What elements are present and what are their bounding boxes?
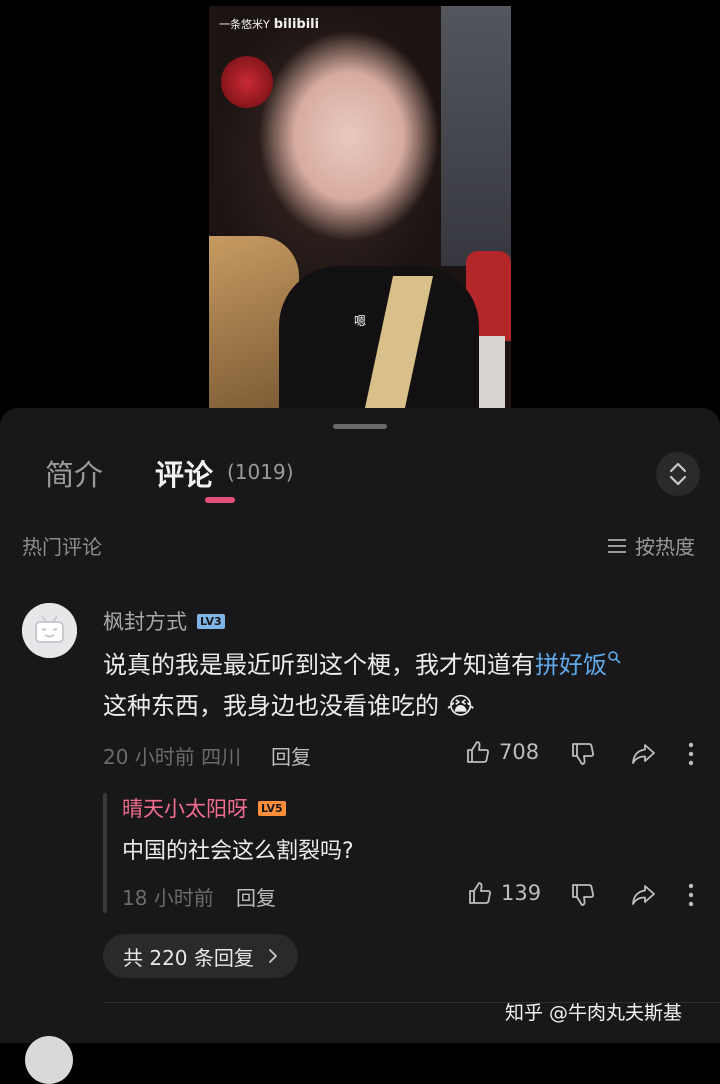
sort-button[interactable]: 按热度 [607, 531, 695, 560]
comment-content: 说真的我是最近听到这个梗，我才知道有拼好饭 这种东西，我身边也没看谁吃的 😭 [103, 645, 703, 727]
username-text[interactable]: 枫封方式 [103, 606, 187, 636]
more-vertical-icon[interactable] [686, 882, 696, 908]
comment-username[interactable]: 枫封方式 LV3 [103, 606, 225, 636]
drag-handle[interactable] [333, 424, 387, 429]
like-count: 708 [499, 740, 540, 764]
reply-level-badge: LV5 [258, 800, 286, 816]
video-player[interactable]: 一条悠米Y bilibili 嗯 [209, 6, 511, 408]
video-hair-bow [221, 56, 273, 108]
video-area: 一条悠米Y bilibili 嗯 [0, 0, 720, 408]
reply-like-count: 139 [501, 881, 542, 905]
thumbs-up-icon [467, 741, 489, 763]
reply-like-button[interactable]: 139 [467, 880, 541, 906]
bilibili-tv-avatar-icon [22, 603, 77, 658]
comment-time-location: 20 小时前 四川 [103, 745, 242, 769]
tab-active-indicator [205, 497, 235, 503]
chevron-up-down-icon [669, 462, 687, 486]
share-icon[interactable] [630, 882, 656, 908]
reply-quote-bar [103, 793, 107, 913]
video-watermark-text: 一条悠米Y [219, 18, 270, 31]
video-background-building [441, 6, 511, 266]
comment-text-part1: 说真的我是最近听到这个梗，我才知道有 [103, 651, 535, 679]
hot-comments-title: 热门评论 [22, 535, 102, 559]
reply-username-text[interactable]: 晴天小太阳呀 [122, 793, 248, 823]
sort-label: 按热度 [635, 535, 695, 559]
comment-count: (1019) [227, 460, 294, 484]
more-replies-label: 共 220 条回复 [123, 945, 254, 970]
comment-text-part2: 这种东西，我身边也没看谁吃的 [103, 692, 439, 720]
tab-comments[interactable]: 评论 [155, 452, 213, 494]
avatar[interactable] [22, 603, 77, 658]
reply-button[interactable]: 回复 [271, 741, 311, 770]
chevron-right-icon [268, 949, 277, 963]
reply-time: 18 小时前 [122, 886, 214, 910]
search-link[interactable]: 拼好饭 [535, 651, 621, 679]
view-more-replies-button[interactable]: 共 220 条回复 [103, 934, 298, 978]
expand-collapse-button[interactable] [656, 452, 700, 496]
bilibili-logo: bilibili [273, 17, 320, 32]
thumbs-down-icon[interactable] [570, 741, 596, 767]
reply-reply-button[interactable]: 回复 [236, 882, 276, 911]
thumbs-up-icon [469, 882, 491, 904]
tab-intro[interactable]: 简介 [45, 452, 103, 494]
video-watermark: 一条悠米Y bilibili [219, 16, 319, 32]
reply-username[interactable]: 晴天小太阳呀 LV5 [122, 793, 286, 823]
crying-emoji: 😭 [446, 692, 475, 720]
zhihu-watermark: 知乎 @牛肉丸夫斯基 [505, 1002, 683, 1024]
search-link-text[interactable]: 拼好饭 [535, 651, 607, 679]
next-comment-avatar[interactable] [25, 1036, 73, 1084]
search-icon [608, 651, 621, 664]
like-button[interactable]: 708 [465, 739, 539, 765]
video-subtitle: 嗯 [353, 314, 366, 328]
level-badge: LV3 [197, 613, 225, 629]
more-vertical-icon[interactable] [686, 741, 696, 767]
menu-lines-icon [608, 538, 626, 553]
thumbs-down-icon[interactable] [570, 882, 596, 908]
reply-content: 中国的社会这么割裂吗? [122, 839, 354, 864]
share-icon[interactable] [630, 741, 656, 767]
